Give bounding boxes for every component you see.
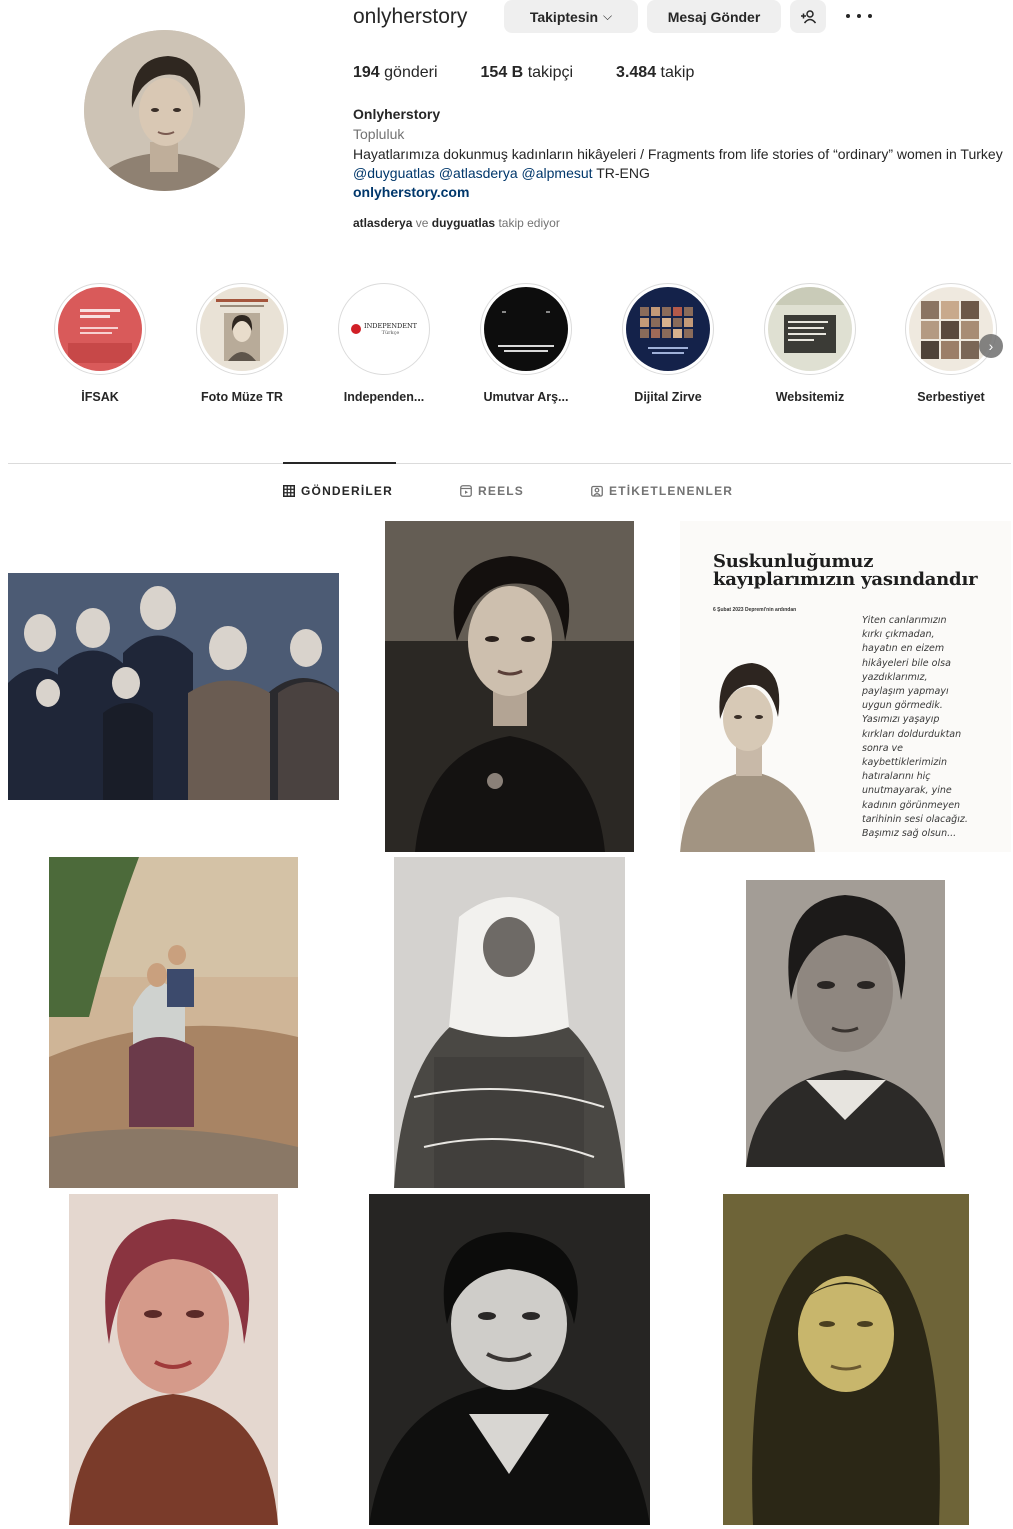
profile-display-name: Onlyherstory xyxy=(353,106,441,122)
tagged-icon xyxy=(591,485,603,497)
highlight-label: Websitemiz xyxy=(775,390,845,404)
tab-label: ETİKETLENENLER xyxy=(609,484,734,498)
logo-sub: Türkçe xyxy=(381,330,400,336)
followed-by-suffix: takip ediyor xyxy=(498,216,560,230)
followed-by[interactable]: atlasderya ve duyguatlas takip ediyor xyxy=(353,216,560,230)
tab-tagged[interactable]: ETİKETLENENLER xyxy=(591,484,733,498)
tab-posts[interactable]: GÖNDERİLER xyxy=(283,484,393,498)
followers-label: takipçi xyxy=(527,64,574,81)
posts-stat: 194 gönderi xyxy=(353,64,438,82)
highlight-label: İFSAK xyxy=(81,390,119,404)
story-highlight[interactable]: İFSAK xyxy=(30,283,170,404)
followers-stat[interactable]: 154 B takipçi xyxy=(481,64,574,82)
story-highlight[interactable]: Dijital Zirve xyxy=(598,283,738,404)
highlight-label: Independen... xyxy=(343,390,425,404)
highlight-cover xyxy=(626,287,710,371)
family-photo xyxy=(8,573,339,800)
mention-link[interactable]: @alpmesut xyxy=(522,165,593,181)
highlight-cover xyxy=(909,287,993,371)
tab-label: REELS xyxy=(478,484,525,498)
suggest-users-button[interactable] xyxy=(790,0,826,33)
profile-website-link[interactable]: onlyherstory.com xyxy=(353,184,469,200)
post-thumbnail[interactable] xyxy=(69,1194,278,1525)
post-thumbnail[interactable] xyxy=(8,573,339,800)
message-button[interactable]: Mesaj Gönder xyxy=(647,0,781,33)
highlight-cover xyxy=(58,287,142,371)
color-portrait-photo xyxy=(69,1194,278,1525)
portrait-photo xyxy=(746,880,945,1167)
highlight-cover: INDEPENDENT Türkçe xyxy=(342,287,426,371)
highlight-label: Umutvar Arş... xyxy=(483,390,569,404)
post-thumbnail[interactable]: Suskunluğumuz kayıplarımızın yasındandır… xyxy=(680,521,1011,852)
highlight-cover xyxy=(484,287,568,371)
highlight-label: Dijital Zirve xyxy=(634,390,702,404)
followers-count: 154 B xyxy=(480,64,524,81)
eagle-logo-icon xyxy=(351,324,361,334)
profile-category: Topluluk xyxy=(353,126,405,142)
portrait-photo xyxy=(385,521,634,852)
tabs-divider xyxy=(8,463,1011,464)
followed-by-and: ve xyxy=(415,216,429,230)
bio-text: Hayatlarımıza dokunmuş kadınların hikâye… xyxy=(353,146,1003,162)
tab-reels[interactable]: REELS xyxy=(460,484,524,498)
posts-count: 194 xyxy=(353,64,380,81)
post-thumbnail[interactable] xyxy=(394,857,625,1188)
profile-bio: Hayatlarımıza dokunmuş kadınların hikâye… xyxy=(353,145,1008,183)
mention-link[interactable]: @duyguatlas xyxy=(353,165,435,181)
independent-logo: INDEPENDENT Türkçe xyxy=(351,322,417,336)
story-highlight[interactable]: Websitemiz xyxy=(740,283,880,404)
highlight-cover xyxy=(200,287,284,371)
following-stat[interactable]: 3.484 takip xyxy=(616,64,694,82)
following-button-label: Takiptesin xyxy=(529,8,599,25)
followed-by-user: duyguatlas xyxy=(431,216,496,230)
post-thumbnail[interactable] xyxy=(49,857,298,1188)
mention-link[interactable]: @atlasderya xyxy=(439,165,518,181)
profile-avatar[interactable] xyxy=(84,30,245,191)
post-thumbnail[interactable] xyxy=(385,521,634,852)
post-thumbnail[interactable] xyxy=(746,880,945,1167)
village-photo xyxy=(49,857,298,1188)
more-options-button[interactable] xyxy=(846,6,872,26)
poster-title: Suskunluğumuz kayıplarımızın yasındandır xyxy=(713,551,978,590)
poster-subtitle: 6 Şubat 2023 Depremi'nin ardından xyxy=(713,607,797,613)
highlight-cover xyxy=(768,287,852,371)
reels-icon xyxy=(460,485,472,497)
following-count: 3.484 xyxy=(616,64,657,81)
highlight-label: Serbestiyet xyxy=(917,390,985,404)
tab-label: GÖNDERİLER xyxy=(301,484,394,498)
highlights-next-button[interactable]: › xyxy=(979,334,1003,358)
chevron-right-icon: › xyxy=(988,338,994,354)
bio-suffix: TR-ENG xyxy=(596,165,650,181)
profile-stats: 194 gönderi 154 B takipçi 3.484 takip xyxy=(353,64,737,82)
followed-by-user: atlasderya xyxy=(353,216,413,230)
avatar-photo xyxy=(84,30,245,191)
more-options-icon xyxy=(846,14,850,18)
chevron-down-icon: ⌵ xyxy=(603,9,613,23)
following-label: takip xyxy=(660,64,695,81)
add-user-icon xyxy=(801,9,816,23)
following-button[interactable]: Takiptesin ⌵ xyxy=(504,0,638,33)
story-highlight[interactable]: INDEPENDENT Türkçe Independen... xyxy=(314,283,454,404)
active-tab-indicator xyxy=(283,462,396,464)
portrait-photo xyxy=(369,1194,650,1525)
post-thumbnail[interactable] xyxy=(723,1194,969,1525)
highlight-label: Foto Müze TR xyxy=(201,390,283,404)
sepia-portrait-photo xyxy=(723,1194,969,1525)
profile-username: onlyherstory xyxy=(353,5,468,28)
post-thumbnail[interactable] xyxy=(369,1194,650,1525)
posts-label: gönderi xyxy=(384,64,438,81)
story-highlight[interactable]: Umutvar Arş... xyxy=(456,283,596,404)
headscarf-photo xyxy=(394,857,625,1188)
grid-icon xyxy=(283,485,295,497)
poster-portrait xyxy=(680,651,820,852)
story-highlight[interactable]: Foto Müze TR xyxy=(172,283,312,404)
logo-text: INDEPENDENT xyxy=(364,322,417,330)
poster-text: Yiten canlarımızın kırkı çıkmadan, hayat… xyxy=(862,615,968,840)
